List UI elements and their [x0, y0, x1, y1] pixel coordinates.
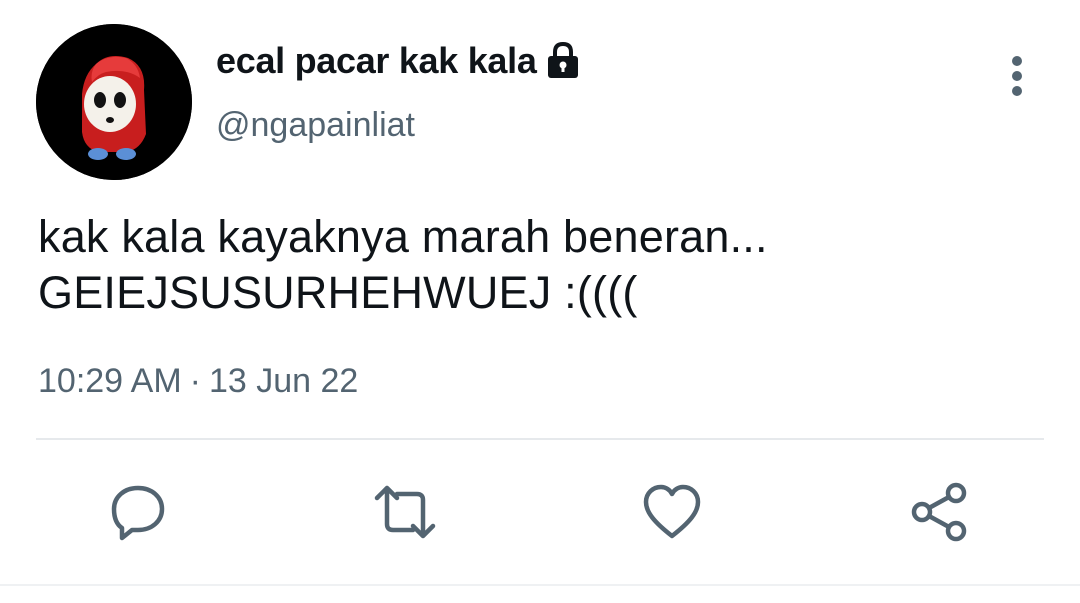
tweet-time: 10:29 AM	[38, 362, 182, 400]
divider	[36, 438, 1044, 440]
separator-dot: ·	[189, 362, 201, 400]
tweet-date: 13 Jun 22	[208, 362, 359, 400]
bottom-divider	[0, 584, 1080, 586]
tweet-text-line: kak kala kayaknya marah beneran...	[38, 211, 768, 262]
action-bar	[0, 480, 1080, 544]
lock-icon	[545, 41, 581, 81]
shy-guy-avatar-image	[36, 24, 192, 180]
like-icon	[643, 484, 701, 539]
more-options-icon[interactable]	[1003, 54, 1031, 98]
like-button[interactable]	[640, 480, 704, 544]
display-name[interactable]: ecal pacar kak kala	[216, 40, 537, 82]
tweet-text: kak kala kayaknya marah beneran... GEIEJ…	[38, 209, 768, 321]
avatar[interactable]	[36, 24, 192, 180]
display-name-row[interactable]: ecal pacar kak kala	[216, 40, 581, 82]
tweet-timestamp[interactable]: 10:29 AM · 13 Jun 22	[38, 362, 358, 401]
tweet-text-line: GEIEJSUSURHEHWUEJ :((((	[38, 267, 638, 318]
share-button[interactable]	[908, 480, 972, 544]
retweet-button[interactable]	[373, 480, 437, 544]
retweet-icon	[374, 485, 436, 539]
reply-button[interactable]	[106, 480, 170, 544]
reply-icon	[111, 485, 165, 541]
user-handle[interactable]: @ngapainliat	[216, 106, 415, 145]
share-icon	[911, 482, 967, 542]
